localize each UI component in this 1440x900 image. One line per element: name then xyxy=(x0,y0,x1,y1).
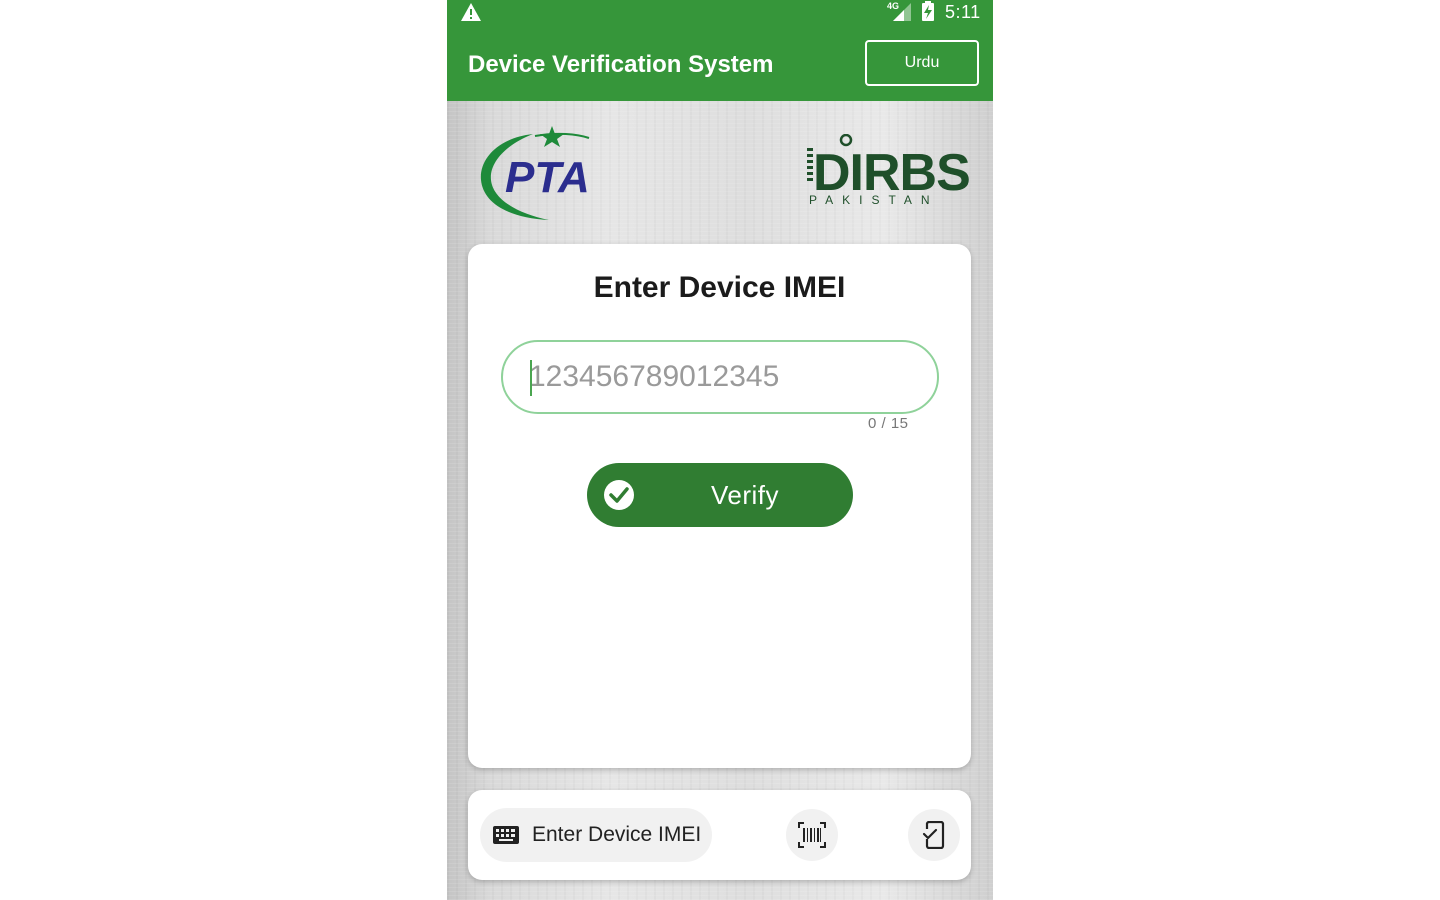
status-bar: 4G 5:11 xyxy=(447,0,993,24)
warning-icon xyxy=(461,3,481,21)
bottom-navigation: Enter Device IMEI xyxy=(468,790,971,880)
battery-charging-icon xyxy=(922,1,934,21)
imei-input-container[interactable] xyxy=(501,340,939,414)
app-bar: 4G 5:11 Device Verification System Urdu xyxy=(447,0,993,101)
tab-barcode-scan[interactable] xyxy=(786,809,838,861)
keyboard-icon xyxy=(493,826,519,844)
imei-card-heading: Enter Device IMEI xyxy=(593,271,846,304)
tab-device-check[interactable] xyxy=(908,809,960,861)
status-time: 5:11 xyxy=(945,2,981,22)
verify-button[interactable]: Verify xyxy=(587,463,853,527)
pta-logo-text: PTA xyxy=(505,153,590,202)
tab-enter-device-imei-label: Enter Device IMEI xyxy=(532,823,702,846)
network-type-label: 4G xyxy=(887,1,899,11)
urdu-language-button[interactable]: Urdu xyxy=(865,40,979,86)
dirbs-logo: DIRBS PAKISTAN xyxy=(807,134,971,207)
check-circle-icon xyxy=(604,480,634,510)
text-cursor xyxy=(530,360,532,396)
dirbs-logo-subtext: PAKISTAN xyxy=(809,193,939,207)
phone-screen: 4G 5:11 Device Verification System Urdu … xyxy=(447,0,993,900)
barcode-scan-icon xyxy=(798,822,826,848)
imei-char-counter: 0 / 15 xyxy=(868,415,909,432)
pta-logo: PTA xyxy=(480,126,590,220)
verify-button-label: Verify xyxy=(711,480,780,510)
imei-entry-card: Enter Device IMEI 0 / 15 Verify xyxy=(468,244,971,768)
signal-4g-icon: 4G xyxy=(887,1,911,21)
imei-input[interactable] xyxy=(529,356,909,398)
app-title: Device Verification System xyxy=(468,51,774,78)
tab-enter-device-imei[interactable]: Enter Device IMEI xyxy=(480,808,712,862)
device-check-icon xyxy=(922,821,945,849)
